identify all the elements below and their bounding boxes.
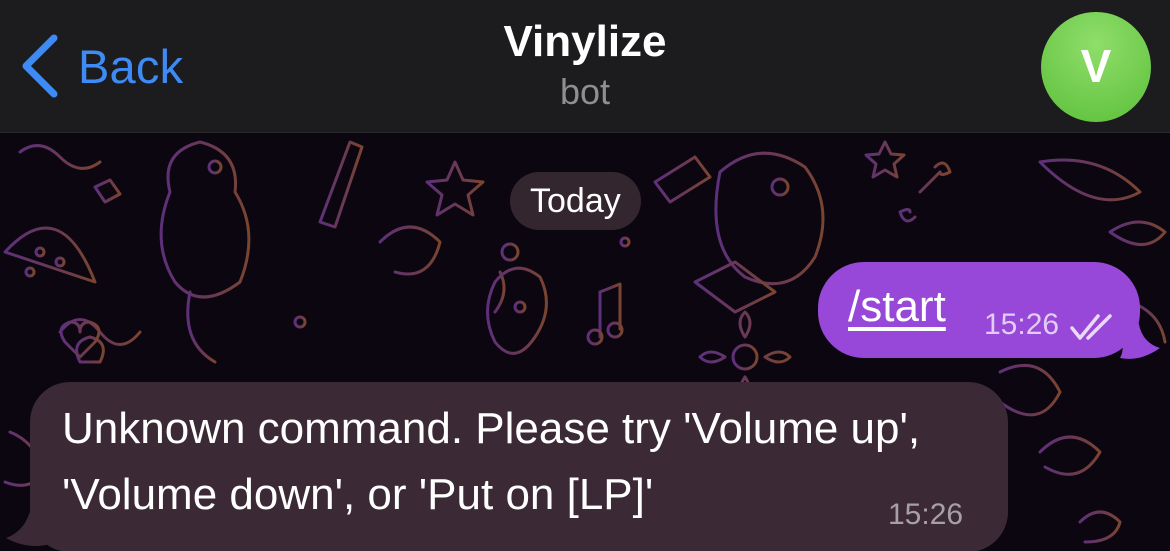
back-label: Back — [78, 39, 184, 93]
double-check-icon — [1070, 314, 1112, 340]
chat-title: Vinylize — [503, 17, 667, 66]
message-time: 15:26 — [984, 308, 1060, 341]
outgoing-bubble-tail — [1120, 318, 1160, 359]
command-link[interactable]: /start — [848, 282, 946, 332]
chat-title-block[interactable]: Vinylize bot — [385, 14, 785, 114]
date-separator: Today — [510, 172, 641, 230]
incoming-bubble-tail — [6, 502, 50, 546]
chevron-left-icon — [22, 34, 58, 98]
message-time: 15:26 — [888, 498, 964, 531]
chat-screen: Back Vinylize bot V Today /start 15:26 U… — [0, 0, 1170, 551]
avatar-letter: V — [1080, 40, 1112, 92]
back-button[interactable]: Back — [18, 30, 183, 102]
chat-subtitle: bot — [559, 71, 611, 112]
message-list: Today /start 15:26 Unknown command. Plea… — [0, 132, 1170, 551]
message-text: Unknown command. Please try 'Volume up',… — [62, 404, 921, 519]
avatar[interactable]: V — [1041, 12, 1151, 122]
chat-header: Back Vinylize bot V — [0, 0, 1170, 133]
